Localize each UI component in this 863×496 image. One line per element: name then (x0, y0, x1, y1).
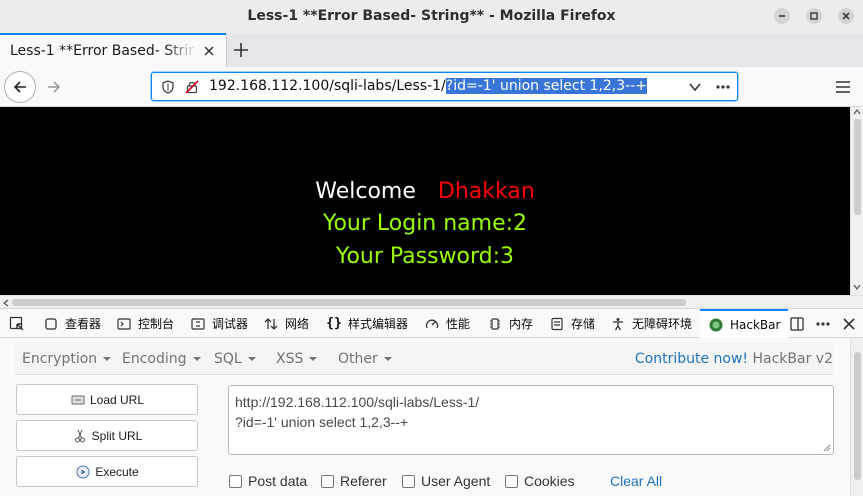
close-devtools-icon[interactable] (841, 316, 857, 332)
scroll-down-icon[interactable] (853, 284, 861, 290)
forward-button[interactable] (38, 71, 70, 103)
tab-debugger[interactable]: 调试器 (190, 309, 248, 338)
window-titlebar: Less-1 **Error Based- String** - Mozilla… (0, 0, 863, 33)
back-button[interactable] (4, 71, 36, 103)
contribute-link[interactable]: Contribute now! HackBar v2 (635, 351, 833, 367)
tab-performance[interactable]: 性能 (424, 309, 470, 338)
user-name: Dhakkan (437, 179, 535, 204)
caret-down-icon (192, 357, 201, 361)
dock-icon[interactable] (789, 316, 805, 332)
horizontal-scroll-thumb[interactable] (12, 299, 686, 306)
user-agent-checkbox[interactable]: User Agent (402, 473, 490, 489)
execute-button[interactable]: Execute (16, 456, 198, 487)
memory-icon (487, 316, 503, 332)
post-data-checkbox[interactable]: Post data (229, 473, 307, 489)
arrow-right-icon (48, 81, 61, 93)
tab-accessibility[interactable]: 无障碍环境 (610, 309, 692, 338)
caret-down-icon (247, 357, 256, 361)
url-text[interactable]: 192.168.112.100/sqli-labs/Less-1/?id=-1'… (209, 78, 647, 94)
tab-style-editor[interactable]: {} 样式编辑器 (326, 309, 408, 338)
page-vertical-scrollbar[interactable] (850, 107, 863, 295)
scroll-thumb[interactable] (854, 119, 861, 215)
devtools-toolbar: 查看器 控制台 调试器 网络 {} 样式编辑器 性能 内存 存储 无障碍环境 Ha… (0, 308, 863, 338)
debugger-icon (190, 316, 206, 332)
shield-icon[interactable] (161, 80, 175, 94)
more-actions-icon[interactable] (715, 80, 731, 94)
tab-strip: Less-1 **Error Based- String** - Mozilla… (0, 33, 863, 67)
menu-xss[interactable]: XSS (276, 351, 318, 367)
window-title: Less-1 **Error Based- String** - Mozilla… (247, 8, 616, 24)
cookies-checkbox[interactable]: Cookies (505, 473, 575, 489)
browser-tab[interactable]: Less-1 **Error Based- String** - Mozilla… (0, 33, 226, 67)
address-bar[interactable]: 192.168.112.100/sqli-labs/Less-1/?id=-1'… (151, 72, 738, 101)
minimize-button[interactable] (774, 8, 790, 24)
hackbar-version: HackBar v2 (752, 351, 834, 367)
tab-close-icon[interactable] (203, 45, 215, 57)
scissors-icon (72, 428, 88, 444)
close-window-button[interactable] (838, 8, 854, 24)
network-icon (263, 316, 279, 332)
accessibility-icon (610, 316, 626, 332)
chevron-down-icon[interactable] (687, 80, 703, 94)
menu-encoding[interactable]: Encoding (122, 351, 201, 367)
page-horizontal-scrollbar[interactable] (0, 295, 863, 308)
tab-network[interactable]: 网络 (263, 309, 309, 338)
element-picker-icon[interactable] (9, 316, 25, 332)
scroll-left-icon[interactable] (3, 299, 9, 307)
play-icon (75, 464, 91, 480)
referer-checkbox[interactable]: Referer (321, 473, 387, 489)
storage-icon (549, 316, 565, 332)
maximize-icon (810, 12, 818, 20)
hackbar-icon (708, 317, 724, 333)
close-icon (842, 12, 850, 20)
url-textarea[interactable]: http://192.168.112.100/sqli-labs/Less-1/… (228, 385, 834, 455)
menu-encryption[interactable]: Encryption (22, 351, 112, 367)
tab-storage[interactable]: 存储 (549, 309, 595, 338)
menu-other[interactable]: Other (338, 351, 392, 367)
gauge-icon (424, 316, 440, 332)
clear-all-link[interactable]: Clear All (610, 473, 662, 489)
minimize-icon (779, 15, 785, 17)
panel-scroll-thumb[interactable] (854, 352, 861, 480)
load-url-button[interactable]: Load URL (16, 384, 198, 415)
more-options-icon[interactable] (815, 316, 831, 332)
maximize-button[interactable] (806, 8, 822, 24)
split-url-button[interactable]: Split URL (16, 420, 198, 451)
menu-icon[interactable] (834, 79, 852, 95)
tab-hackbar[interactable]: HackBar (700, 309, 789, 338)
caret-down-icon (309, 357, 318, 361)
tab-memory[interactable]: 内存 (487, 309, 533, 338)
welcome-line: Welcome Dhakkan (0, 179, 850, 204)
braces-icon: {} (326, 316, 342, 331)
new-tab-icon[interactable] (232, 41, 250, 59)
url-base: 192.168.112.100/sqli-labs/Less-1/ (209, 78, 446, 94)
panel-scrollbar[interactable] (850, 338, 863, 496)
password-text: Your Password:3 (335, 244, 515, 269)
inspector-icon (43, 316, 59, 332)
insecure-lock-icon[interactable] (185, 80, 199, 94)
hackbar-menu: Encryption Encoding SQL XSS Other Contri… (15, 343, 833, 375)
welcome-text: Welcome (315, 179, 416, 204)
caret-down-icon (103, 357, 112, 361)
nav-toolbar: 192.168.112.100/sqli-labs/Less-1/?id=-1'… (0, 67, 863, 107)
arrow-left-icon (13, 81, 26, 93)
login-name-text: Your Login name:2 (322, 211, 528, 236)
url-selected: ?id=-1' union select 1,2,3--+ (445, 78, 647, 94)
scroll-up-icon[interactable] (853, 109, 861, 115)
tab-inspector[interactable]: 查看器 (43, 309, 101, 338)
menu-sql[interactable]: SQL (214, 351, 256, 367)
hackbar-panel: Encryption Encoding SQL XSS Other Contri… (0, 338, 850, 496)
tab-console[interactable]: 控制台 (116, 309, 174, 338)
console-icon (116, 316, 132, 332)
resize-grip-icon[interactable] (821, 442, 831, 452)
page-content: Welcome Dhakkan Your Login name:2 Your Pa… (0, 107, 850, 295)
load-icon (70, 392, 86, 408)
caret-down-icon (383, 357, 392, 361)
